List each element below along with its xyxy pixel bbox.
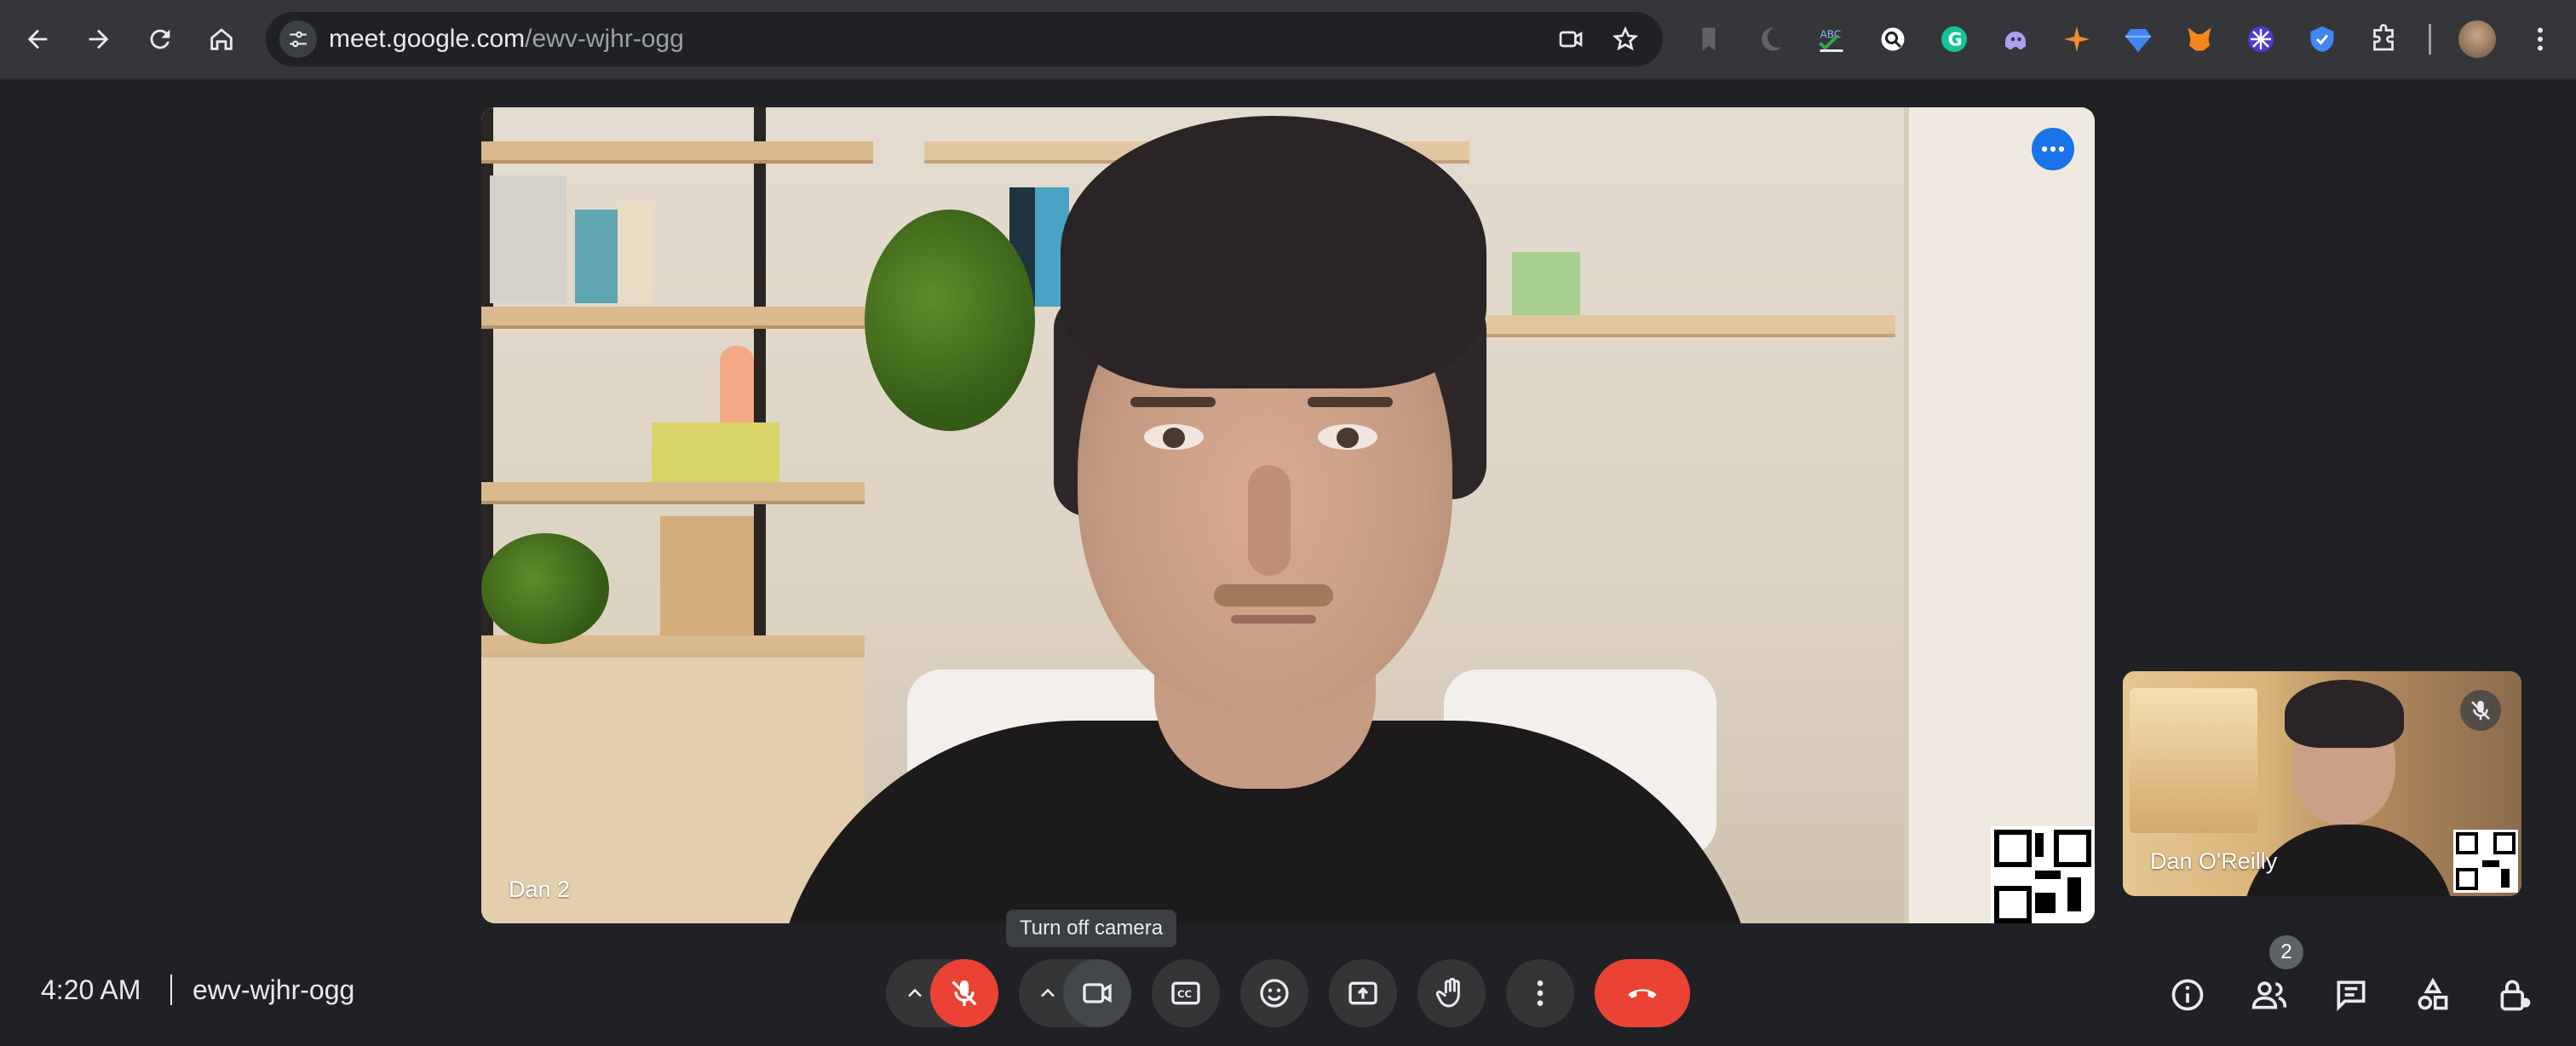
bookmark-star-icon[interactable]	[1610, 24, 1641, 55]
url-path: /ewv-wjhr-ogg	[525, 25, 684, 53]
chat-icon	[2337, 980, 2366, 1012]
call-end-icon	[1628, 989, 1657, 998]
more-options-button[interactable]	[1506, 959, 1574, 1027]
address-bar[interactable]: meet.google.com/ewv-wjhr-ogg	[266, 12, 1663, 66]
people-icon	[2251, 981, 2287, 1009]
footer-divider	[170, 974, 172, 1005]
spellcheck-extension-icon[interactable]: ABC	[1813, 20, 1850, 58]
extensions-puzzle-icon[interactable]	[2365, 20, 2402, 58]
present-screen-button[interactable]	[1329, 959, 1397, 1027]
starburst-extension-icon[interactable]	[2242, 20, 2280, 58]
background-books	[1512, 252, 1580, 315]
meeting-details-button[interactable]	[2164, 971, 2211, 1019]
site-info-icon[interactable]	[279, 20, 317, 58]
background-door	[1904, 107, 2095, 923]
browser-toolbar: meet.google.com/ewv-wjhr-ogg ABC G	[0, 0, 2576, 78]
mic-off-icon	[952, 980, 977, 1006]
chevron-up-icon	[908, 988, 922, 997]
videocam-icon	[1083, 983, 1112, 1003]
metamask-fox-icon[interactable]	[2181, 20, 2218, 58]
reload-icon	[150, 29, 170, 49]
url-host: meet.google.com	[329, 25, 526, 53]
more-horizontal-icon	[2041, 146, 2065, 152]
raise-hand-icon	[1435, 977, 1460, 1008]
spark-extension-icon[interactable]	[2058, 20, 2096, 58]
qr-code-watermark-small	[2453, 830, 2518, 893]
camera-tooltip: Turn off camera	[1006, 910, 1177, 947]
info-icon	[2171, 979, 2204, 1011]
tile-more-options-button[interactable]	[2032, 128, 2074, 170]
emoji-icon	[1260, 979, 1289, 1008]
self-view-hair	[2285, 680, 2404, 748]
toolbar-border	[0, 78, 2576, 80]
more-vertical-icon	[1537, 980, 1544, 1006]
back-button[interactable]	[17, 19, 58, 60]
shapes-icon	[2418, 977, 2448, 1010]
camera-in-use-icon[interactable]	[1555, 24, 1586, 55]
qr-code-watermark	[1991, 826, 2095, 923]
reload-button[interactable]	[140, 19, 181, 60]
lens-extension-icon[interactable]	[1874, 20, 1912, 58]
forward-button[interactable]	[78, 19, 119, 60]
self-participant-name: Dan O'Reilly	[2150, 848, 2278, 874]
self-view-window	[2130, 688, 2257, 833]
self-muted-indicator	[2460, 690, 2501, 731]
activities-button[interactable]	[2409, 971, 2457, 1019]
ghost-extension-icon[interactable]	[1997, 20, 2034, 58]
toolbar-divider	[2429, 24, 2431, 55]
reactions-button[interactable]	[1240, 959, 1308, 1027]
home-button[interactable]	[201, 19, 242, 60]
captions-button[interactable]: CC	[1152, 959, 1220, 1027]
meeting-code: ewv-wjhr-ogg	[193, 974, 355, 1005]
mic-off-icon	[2471, 700, 2490, 721]
camera-toggle-button[interactable]	[1063, 959, 1131, 1027]
svg-text:CC: CC	[1177, 988, 1192, 1000]
lock-person-icon	[2500, 980, 2531, 1011]
svg-text:ABC: ABC	[1820, 29, 1842, 41]
participant-count-badge: 2	[2269, 935, 2303, 969]
url-text[interactable]: meet.google.com/ewv-wjhr-ogg	[329, 25, 684, 54]
diamond-extension-icon[interactable]	[2119, 20, 2157, 58]
chevron-up-icon	[1041, 988, 1055, 997]
extension-bookmark-icon[interactable]	[1690, 20, 1728, 58]
forward-arrow-icon	[89, 29, 109, 49]
host-controls-button[interactable]	[2491, 971, 2539, 1019]
present-to-all-icon	[1348, 981, 1377, 1005]
home-icon	[210, 28, 233, 50]
main-video-tile[interactable]: Dan 2	[481, 107, 2095, 923]
chat-button[interactable]	[2327, 971, 2375, 1019]
profile-avatar[interactable]	[2458, 20, 2496, 58]
chrome-menu-icon[interactable]	[2521, 20, 2559, 58]
grammarly-icon[interactable]: G	[1935, 20, 1973, 58]
background-plant	[865, 210, 1035, 431]
background-wall-shelf-right	[1486, 315, 1895, 337]
people-button[interactable]	[2245, 971, 2293, 1019]
closed-captions-icon: CC	[1171, 981, 1200, 1005]
svg-text:G: G	[1948, 30, 1963, 50]
raise-hand-button[interactable]	[1417, 959, 1486, 1027]
self-view-tile[interactable]: Dan O'Reilly	[2123, 671, 2521, 896]
shield-extension-icon[interactable]	[2303, 20, 2341, 58]
leave-call-button[interactable]	[1595, 959, 1690, 1027]
meeting-clock: 4:20 AM	[41, 974, 141, 1005]
mic-toggle-button[interactable]	[930, 959, 998, 1027]
back-arrow-icon	[27, 29, 48, 49]
main-participant-name: Dan 2	[509, 876, 571, 902]
dark-mode-moon-icon[interactable]	[1751, 20, 1789, 58]
